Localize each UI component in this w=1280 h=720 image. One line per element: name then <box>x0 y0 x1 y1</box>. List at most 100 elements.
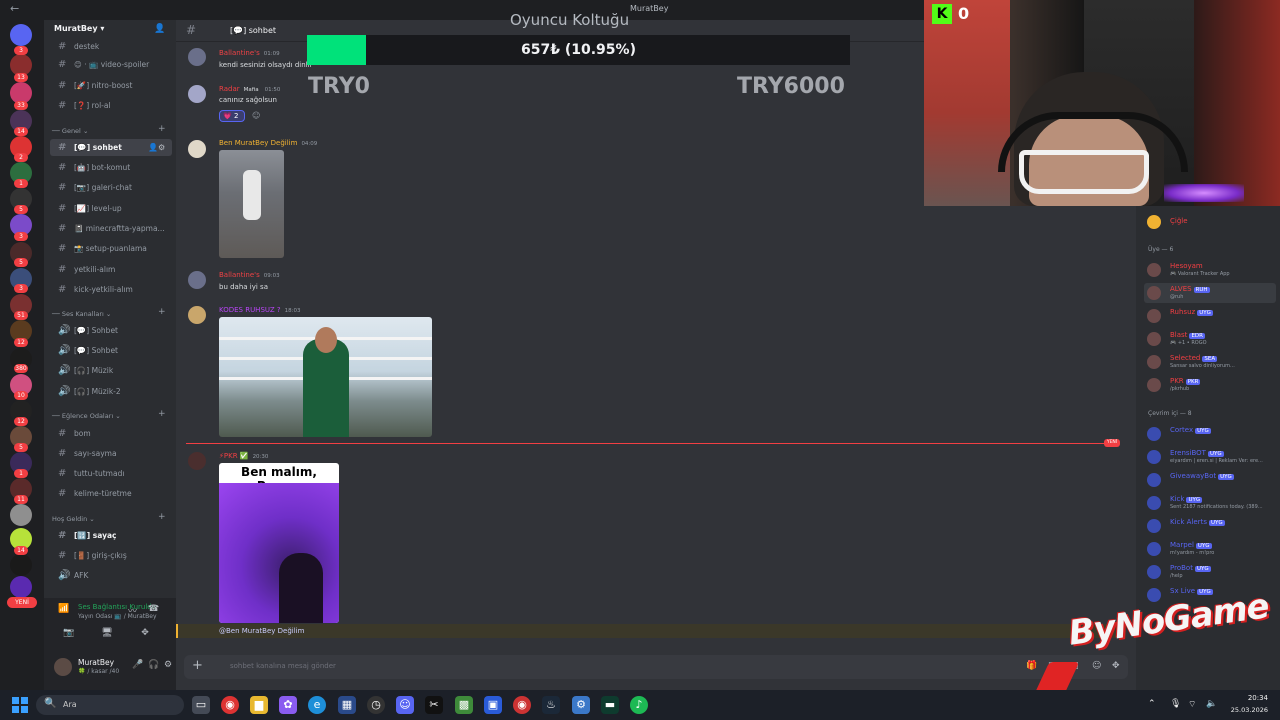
avatar[interactable] <box>188 140 206 158</box>
message-input[interactable]: sohbet kanalına mesaj gönder <box>230 662 336 670</box>
member-row[interactable]: Marpel UYG m!yardım - m!pro <box>1144 539 1276 559</box>
voice-channel-item[interactable]: 🔊 [💬] Sohbet <box>50 322 172 339</box>
category-ses[interactable]: ── Ses Kanalları ⌄ <box>52 310 111 318</box>
video-off-icon[interactable]: 📷 <box>58 628 80 640</box>
add-channel-icon[interactable]: + <box>158 124 166 134</box>
message-author[interactable]: Ballantine's 09:03 <box>219 271 280 279</box>
message-author[interactable]: KODES RUHSUZ ? 18:03 <box>219 306 301 314</box>
channel-item[interactable]: # kelime-türetme <box>50 485 172 502</box>
taskbar-search[interactable]: 🔍 Ara <box>36 695 184 715</box>
server-icon[interactable] <box>10 576 32 598</box>
voice-channel-item[interactable]: 🔊 AFK <box>50 567 172 584</box>
avatar[interactable] <box>188 271 206 289</box>
channel-item[interactable]: # bom <box>50 425 172 442</box>
volume-icon[interactable]: 🔈 <box>1206 699 1217 709</box>
back-arrow-icon[interactable]: ← <box>10 2 19 15</box>
emoji-icon[interactable]: ☺ <box>1092 661 1101 671</box>
microphone-tray-icon[interactable]: 🎙 <box>1170 699 1181 709</box>
channel-item[interactable]: # [🤖] bot-komut <box>50 159 172 176</box>
member-row[interactable]: Blast EDR 🎮 +1 • ROGO <box>1144 329 1276 349</box>
voice-channel-link[interactable]: Yayın Odası 📺 / MuratBey <box>44 613 157 620</box>
noise-suppression-icon[interactable]: 〰 <box>128 604 137 617</box>
steam-icon[interactable]: ♨ <box>542 696 560 714</box>
member-row[interactable]: ProBot UYG/help <box>1144 562 1276 582</box>
avatar[interactable] <box>188 85 206 103</box>
store-icon[interactable]: ▦ <box>338 696 356 714</box>
add-channel-icon[interactable]: + <box>158 512 166 522</box>
add-channel-icon[interactable]: + <box>158 307 166 317</box>
task-view-icon[interactable]: ▭ <box>192 696 210 714</box>
tray-chevron-icon[interactable]: ⌃ <box>1148 699 1156 709</box>
member-row[interactable]: ErensiBOT UYG eiyardım | eren.si | Reklam … <box>1144 447 1276 467</box>
channel-item-sohbet[interactable]: # [💬] sohbet 👤⚙ <box>50 139 172 156</box>
taskbar-time[interactable]: 20:34 <box>1228 694 1268 702</box>
member-row[interactable]: Cortex UYG <box>1144 424 1276 444</box>
copilot-icon[interactable]: ✿ <box>279 696 297 714</box>
guild-name[interactable]: MuratBey ▾ <box>54 24 104 33</box>
channel-item[interactable]: # 📸 setup-puanlama <box>50 240 172 257</box>
message-image-attachment[interactable] <box>219 150 284 258</box>
avatar[interactable] <box>188 306 206 324</box>
channel-item[interactable]: # [📈] level-up <box>50 200 172 217</box>
microphone-icon[interactable]: 🎤 <box>132 660 143 670</box>
headphones-icon[interactable]: 🎧 <box>148 660 159 670</box>
message-composer[interactable]: + sohbet kanalına mesaj gönder 🎁 ▤ ▣ ☺ ✥ <box>184 655 1128 679</box>
member-row[interactable]: Ruhsuz UYG <box>1144 306 1276 326</box>
channel-item[interactable]: # destek <box>50 38 172 55</box>
add-reaction-icon[interactable]: ☺ <box>252 111 260 120</box>
channel-item[interactable]: # [🔢] sayaç <box>50 527 172 544</box>
channel-item[interactable]: # [🚪] giriş-çıkış <box>50 547 172 564</box>
member-row[interactable]: GiveawayBot UYG <box>1144 470 1276 490</box>
member-row[interactable]: Selected SEA Sansar salvo dinliyorum... <box>1144 352 1276 372</box>
message-image-attachment[interactable]: Ben malım, Porno. <box>219 463 339 623</box>
windows-start-icon[interactable] <box>12 697 28 713</box>
attach-plus-icon[interactable]: + <box>192 658 203 673</box>
member-row[interactable]: Kick UYG Sent 2187 notifications today. (3… <box>1144 493 1276 513</box>
channel-item[interactable]: # [🚀] nitro-boost <box>50 77 172 94</box>
channel-item[interactable]: # [❓] rol-al <box>50 97 172 114</box>
channel-item[interactable]: # [📷] galeri-chat <box>50 179 172 196</box>
category-hosgeldin[interactable]: Hoş Geldin ⌄ <box>52 515 95 523</box>
voice-channel-item[interactable]: 🔊 [💬] Sohbet <box>50 342 172 359</box>
server-icon[interactable] <box>10 554 32 576</box>
apps-icon[interactable]: ✥ <box>1112 661 1120 671</box>
avatar[interactable] <box>188 452 206 470</box>
settings-gear-icon[interactable]: ⚙ <box>164 660 172 670</box>
member-row[interactable]: PKR PKR/pkrhub <box>1144 375 1276 395</box>
channel-item[interactable]: # kick-yetkili-alım <box>50 281 172 298</box>
channel-item[interactable]: # 😊 · 📺 video-spoiler <box>50 56 172 73</box>
add-channel-icon[interactable]: + <box>158 409 166 419</box>
channel-item[interactable]: # yetkili-alım <box>50 261 172 278</box>
spotify-icon[interactable]: ♪ <box>630 696 648 714</box>
message-author[interactable]: Radar Mafia 01:50 <box>219 85 280 93</box>
member-row[interactable]: Kick Alerts UYG <box>1144 516 1276 536</box>
avatar[interactable] <box>188 48 206 66</box>
terminal-icon[interactable]: ▬ <box>601 696 619 714</box>
discord-home-icon[interactable] <box>10 24 32 46</box>
avatar[interactable] <box>54 658 72 676</box>
member-row[interactable]: ALVES RUH @ruh <box>1144 283 1276 303</box>
voice-channel-item[interactable]: 🔊 [🎧] Müzik <box>50 362 172 379</box>
activities-icon[interactable]: ✥ <box>134 628 156 640</box>
message-author[interactable]: Ballantine's 01:09 <box>219 49 280 57</box>
file-explorer-icon[interactable]: ▆ <box>250 696 268 714</box>
settings-icon[interactable]: 👤⚙ <box>148 139 165 156</box>
server-icon[interactable] <box>10 504 32 526</box>
capcut-icon[interactable]: ✂ <box>425 696 443 714</box>
channel-item[interactable]: # 📓 minecraftta-yapma... <box>50 220 172 237</box>
reply-mention[interactable]: @Ben MuratBey Değilim <box>219 627 304 635</box>
minecraft-icon[interactable]: ▩ <box>455 696 473 714</box>
discord-taskbar-icon[interactable]: ☺ <box>396 696 414 714</box>
edge-icon[interactable]: e <box>308 696 326 714</box>
voice-channel-item[interactable]: 🔊 [🎧] Müzik-2 <box>50 383 172 400</box>
wifi-icon[interactable]: ⌔ <box>1188 699 1196 710</box>
message-author[interactable]: Ben MuratBey Değilim 04:09 <box>219 139 317 147</box>
taskbar-date[interactable]: 25.03.2026 <box>1228 706 1268 714</box>
settings-app-icon[interactable]: ⚙ <box>572 696 590 714</box>
channel-item[interactable]: # tuttu-tutmadı <box>50 465 172 482</box>
member-row[interactable]: Çiğle <box>1144 212 1276 232</box>
chrome-icon[interactable]: ◉ <box>221 696 239 714</box>
disconnect-icon[interactable]: ☎ <box>148 604 159 614</box>
add-member-icon[interactable]: 👤 <box>154 24 165 34</box>
screen-share-icon[interactable]: 🖥 <box>96 628 118 640</box>
